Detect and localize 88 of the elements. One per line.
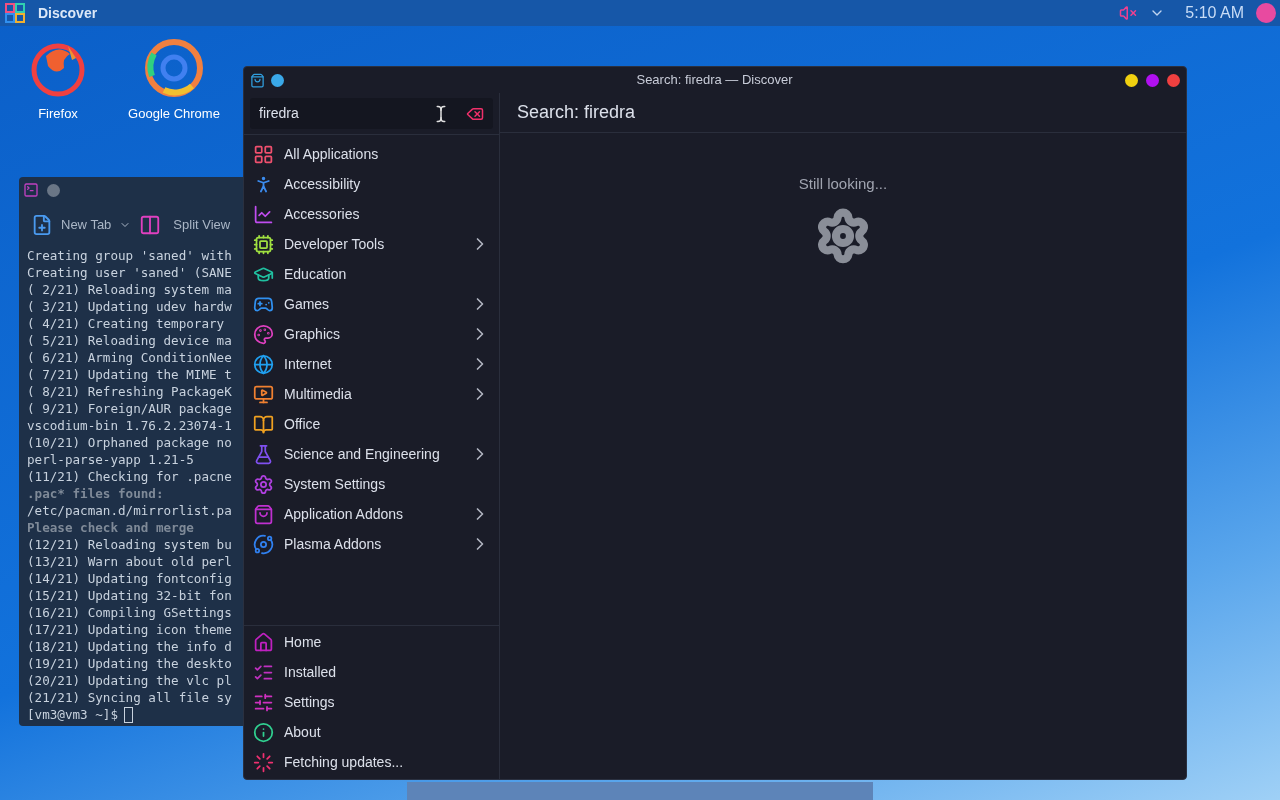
book-icon: [253, 413, 274, 435]
terminal-line: ( 8/21) Refreshing PackageK: [27, 383, 232, 400]
nav-item[interactable]: About: [244, 717, 499, 747]
clock[interactable]: 5:10 AM: [1185, 1, 1244, 25]
palette-icon: [253, 323, 274, 345]
category-item[interactable]: Accessibility: [244, 169, 499, 199]
terminal-line: ( 7/21) Updating the MIME t: [27, 366, 232, 383]
user-avatar[interactable]: [1256, 3, 1276, 23]
desktop-icon-label[interactable]: Google Chrome: [128, 104, 220, 124]
category-item[interactable]: Education: [244, 259, 499, 289]
home-icon: [253, 631, 274, 653]
search-text: firedra: [259, 104, 299, 123]
loading-text: Still looking...: [798, 174, 888, 194]
chrome-icon[interactable]: [142, 36, 206, 100]
chart-icon: [253, 203, 274, 225]
terminal-line: (21/21) Syncing all file sy: [27, 689, 232, 706]
monitor-play-icon: [253, 383, 274, 405]
bag-icon: [253, 503, 274, 525]
terminal-line: Creating group 'saned' with: [27, 247, 232, 264]
grid-icon: [253, 143, 274, 165]
window-title: Search: firedra — Discover: [636, 71, 793, 90]
category-item[interactable]: Science and Engineering: [244, 439, 499, 469]
category-item[interactable]: Office: [244, 409, 499, 439]
chip-icon: [253, 233, 274, 255]
terminal-line: Please check and merge: [27, 519, 194, 536]
terminal-line: Creating user 'saned' (SANE: [27, 264, 232, 281]
terminal-line: ( 4/21) Creating temporary: [27, 315, 225, 332]
nav-item[interactable]: Home: [244, 627, 499, 657]
gear-icon: [253, 473, 274, 495]
category-item[interactable]: All Applications: [244, 139, 499, 169]
category-item[interactable]: Graphics: [244, 319, 499, 349]
bag-icon: [250, 72, 265, 88]
category-item[interactable]: Accessories: [244, 199, 499, 229]
text-cursor: [124, 706, 133, 723]
new-tab-icon[interactable]: [31, 214, 53, 236]
terminal-line: ( 6/21) Arming ConditionNee: [27, 349, 232, 366]
terminal-icon: [23, 182, 39, 198]
window-button[interactable]: [47, 183, 60, 197]
gear-icon: [815, 207, 871, 264]
close-button[interactable]: [1167, 73, 1180, 87]
terminal-line: perl-parse-yapp 1.21-5: [27, 451, 194, 468]
active-app-title: Discover: [38, 3, 98, 23]
search-field[interactable]: firedra: [250, 98, 493, 129]
terminal-line: ( 5/21) Reloading device ma: [27, 332, 232, 349]
category-item[interactable]: Plasma Addons: [244, 529, 499, 559]
category-item[interactable]: Multimedia: [244, 379, 499, 409]
terminal-line: .pac* files found:: [27, 485, 164, 502]
info-icon: [253, 721, 274, 743]
terminal-line: (11/21) Checking for .pacne: [27, 468, 232, 485]
terminal-line: (13/21) Warn about old perl: [27, 553, 232, 570]
muted-speaker-icon[interactable]: [1119, 4, 1138, 22]
split-view-icon[interactable]: [139, 214, 162, 236]
terminal-prompt: [vm3@vm3 ~]$: [27, 706, 118, 723]
category-item[interactable]: Application Addons: [244, 499, 499, 529]
terminal-line: /etc/pacman.d/mirrorlist.pa: [27, 502, 232, 519]
terminal-line: ( 2/21) Reloading system ma: [27, 281, 232, 298]
page-title: Search: firedra: [517, 101, 636, 124]
category-item[interactable]: System Settings: [244, 469, 499, 499]
minimize-button[interactable]: [1125, 73, 1138, 87]
terminal-line: ( 3/21) Updating udev hardw: [27, 298, 232, 315]
terminal-line: (10/21) Orphaned package no: [27, 434, 232, 451]
orbit-icon: [253, 533, 274, 555]
flask-icon: [253, 443, 274, 465]
terminal-line: (18/21) Updating the info d: [27, 638, 232, 655]
terminal-line: (19/21) Updating the deskto: [27, 655, 232, 672]
nav-item[interactable]: Installed: [244, 657, 499, 687]
new-tab-button[interactable]: New Tab: [61, 215, 112, 235]
split-view-button[interactable]: Split View: [173, 215, 231, 235]
terminal-line: vscodium-bin 1.76.2.23074-1: [27, 417, 232, 434]
terminal-line: ( 9/21) Foreign/AUR package: [27, 400, 232, 417]
nav-item[interactable]: Settings: [244, 687, 499, 717]
nav-item[interactable]: Fetching updates...: [244, 747, 499, 777]
terminal-line: (17/21) Updating icon theme: [27, 621, 232, 638]
maximize-button[interactable]: [1146, 73, 1159, 87]
desktop-icon-label[interactable]: Firefox: [38, 104, 78, 124]
terminal-line: (12/21) Reloading system bu: [27, 536, 232, 553]
terminal-line: (15/21) Updating 32-bit fon: [27, 587, 232, 604]
globe-icon: [253, 353, 274, 375]
window-button[interactable]: [271, 73, 284, 87]
terminal-line: (14/21) Updating fontconfig: [27, 570, 232, 587]
terminal-line: (16/21) Compiling GSettings: [27, 604, 232, 621]
terminal-line: (20/21) Updating the vlc pl: [27, 672, 232, 689]
category-item[interactable]: Games: [244, 289, 499, 319]
spinner-icon: [253, 751, 274, 773]
sliders-icon: [253, 691, 274, 713]
category-item[interactable]: Internet: [244, 349, 499, 379]
app-grid-icon[interactable]: [4, 2, 26, 24]
category-item[interactable]: Developer Tools: [244, 229, 499, 259]
